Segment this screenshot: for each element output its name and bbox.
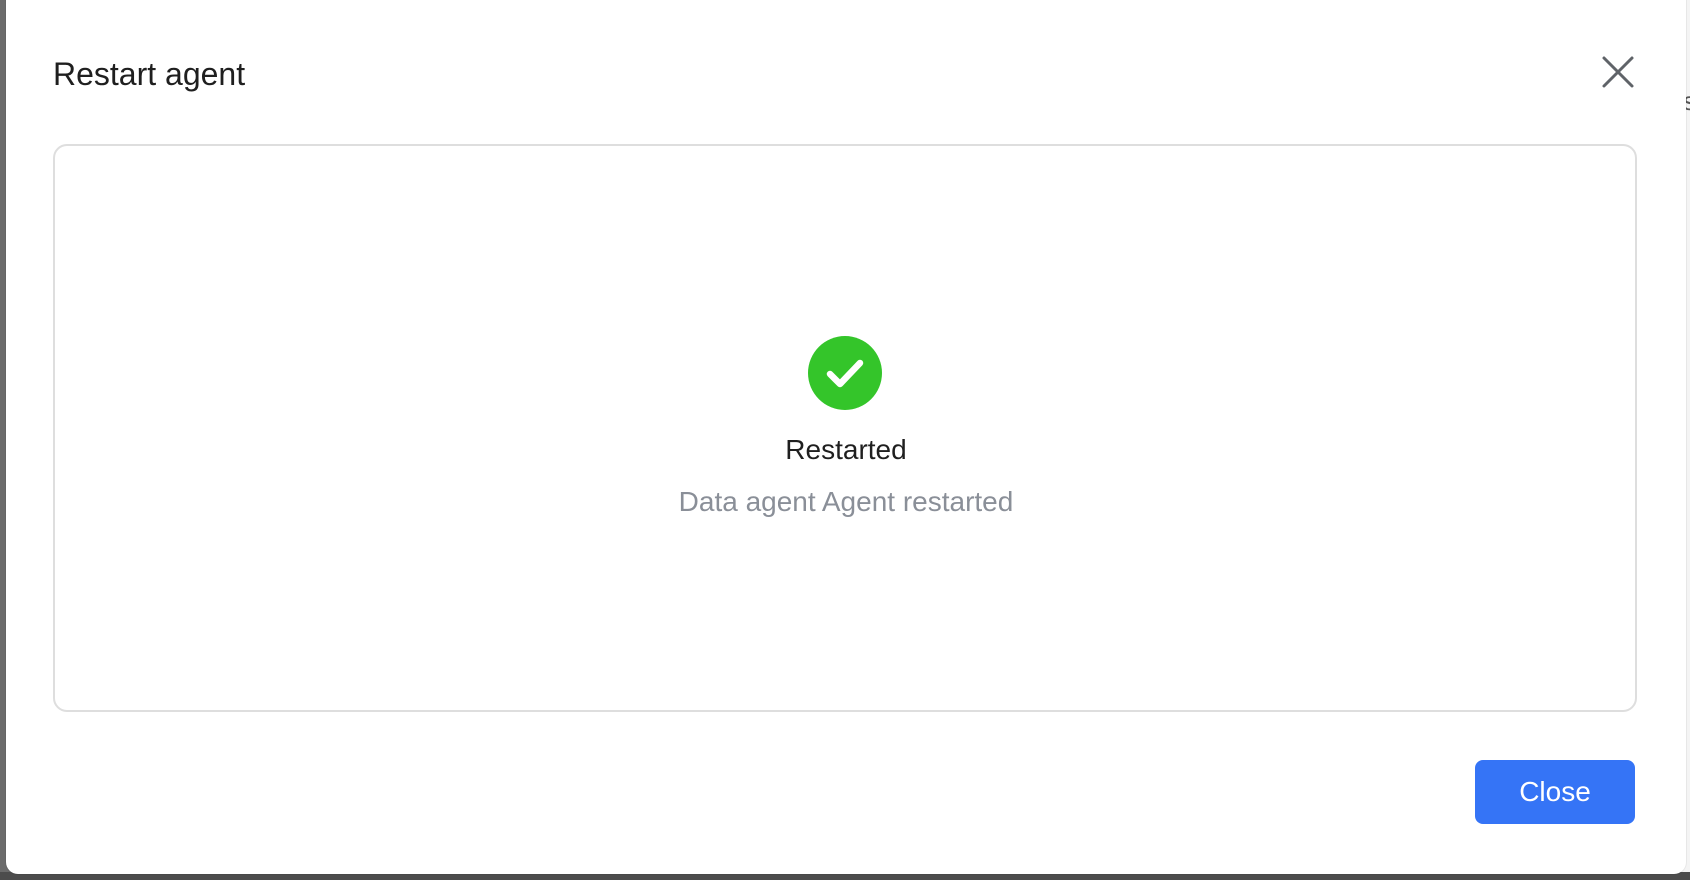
- restart-agent-dialog: Restart agent Restarted Data agent Agent…: [6, 0, 1686, 874]
- result-description: Data agent Agent restarted: [678, 486, 1014, 517]
- result-panel: [53, 144, 1637, 712]
- dialog-title: Restart agent: [53, 56, 246, 92]
- result-title: Restarted: [785, 434, 907, 465]
- close-button[interactable]: Close: [1475, 760, 1635, 824]
- close-icon[interactable]: [1598, 52, 1638, 92]
- check-circle-icon: [808, 336, 882, 410]
